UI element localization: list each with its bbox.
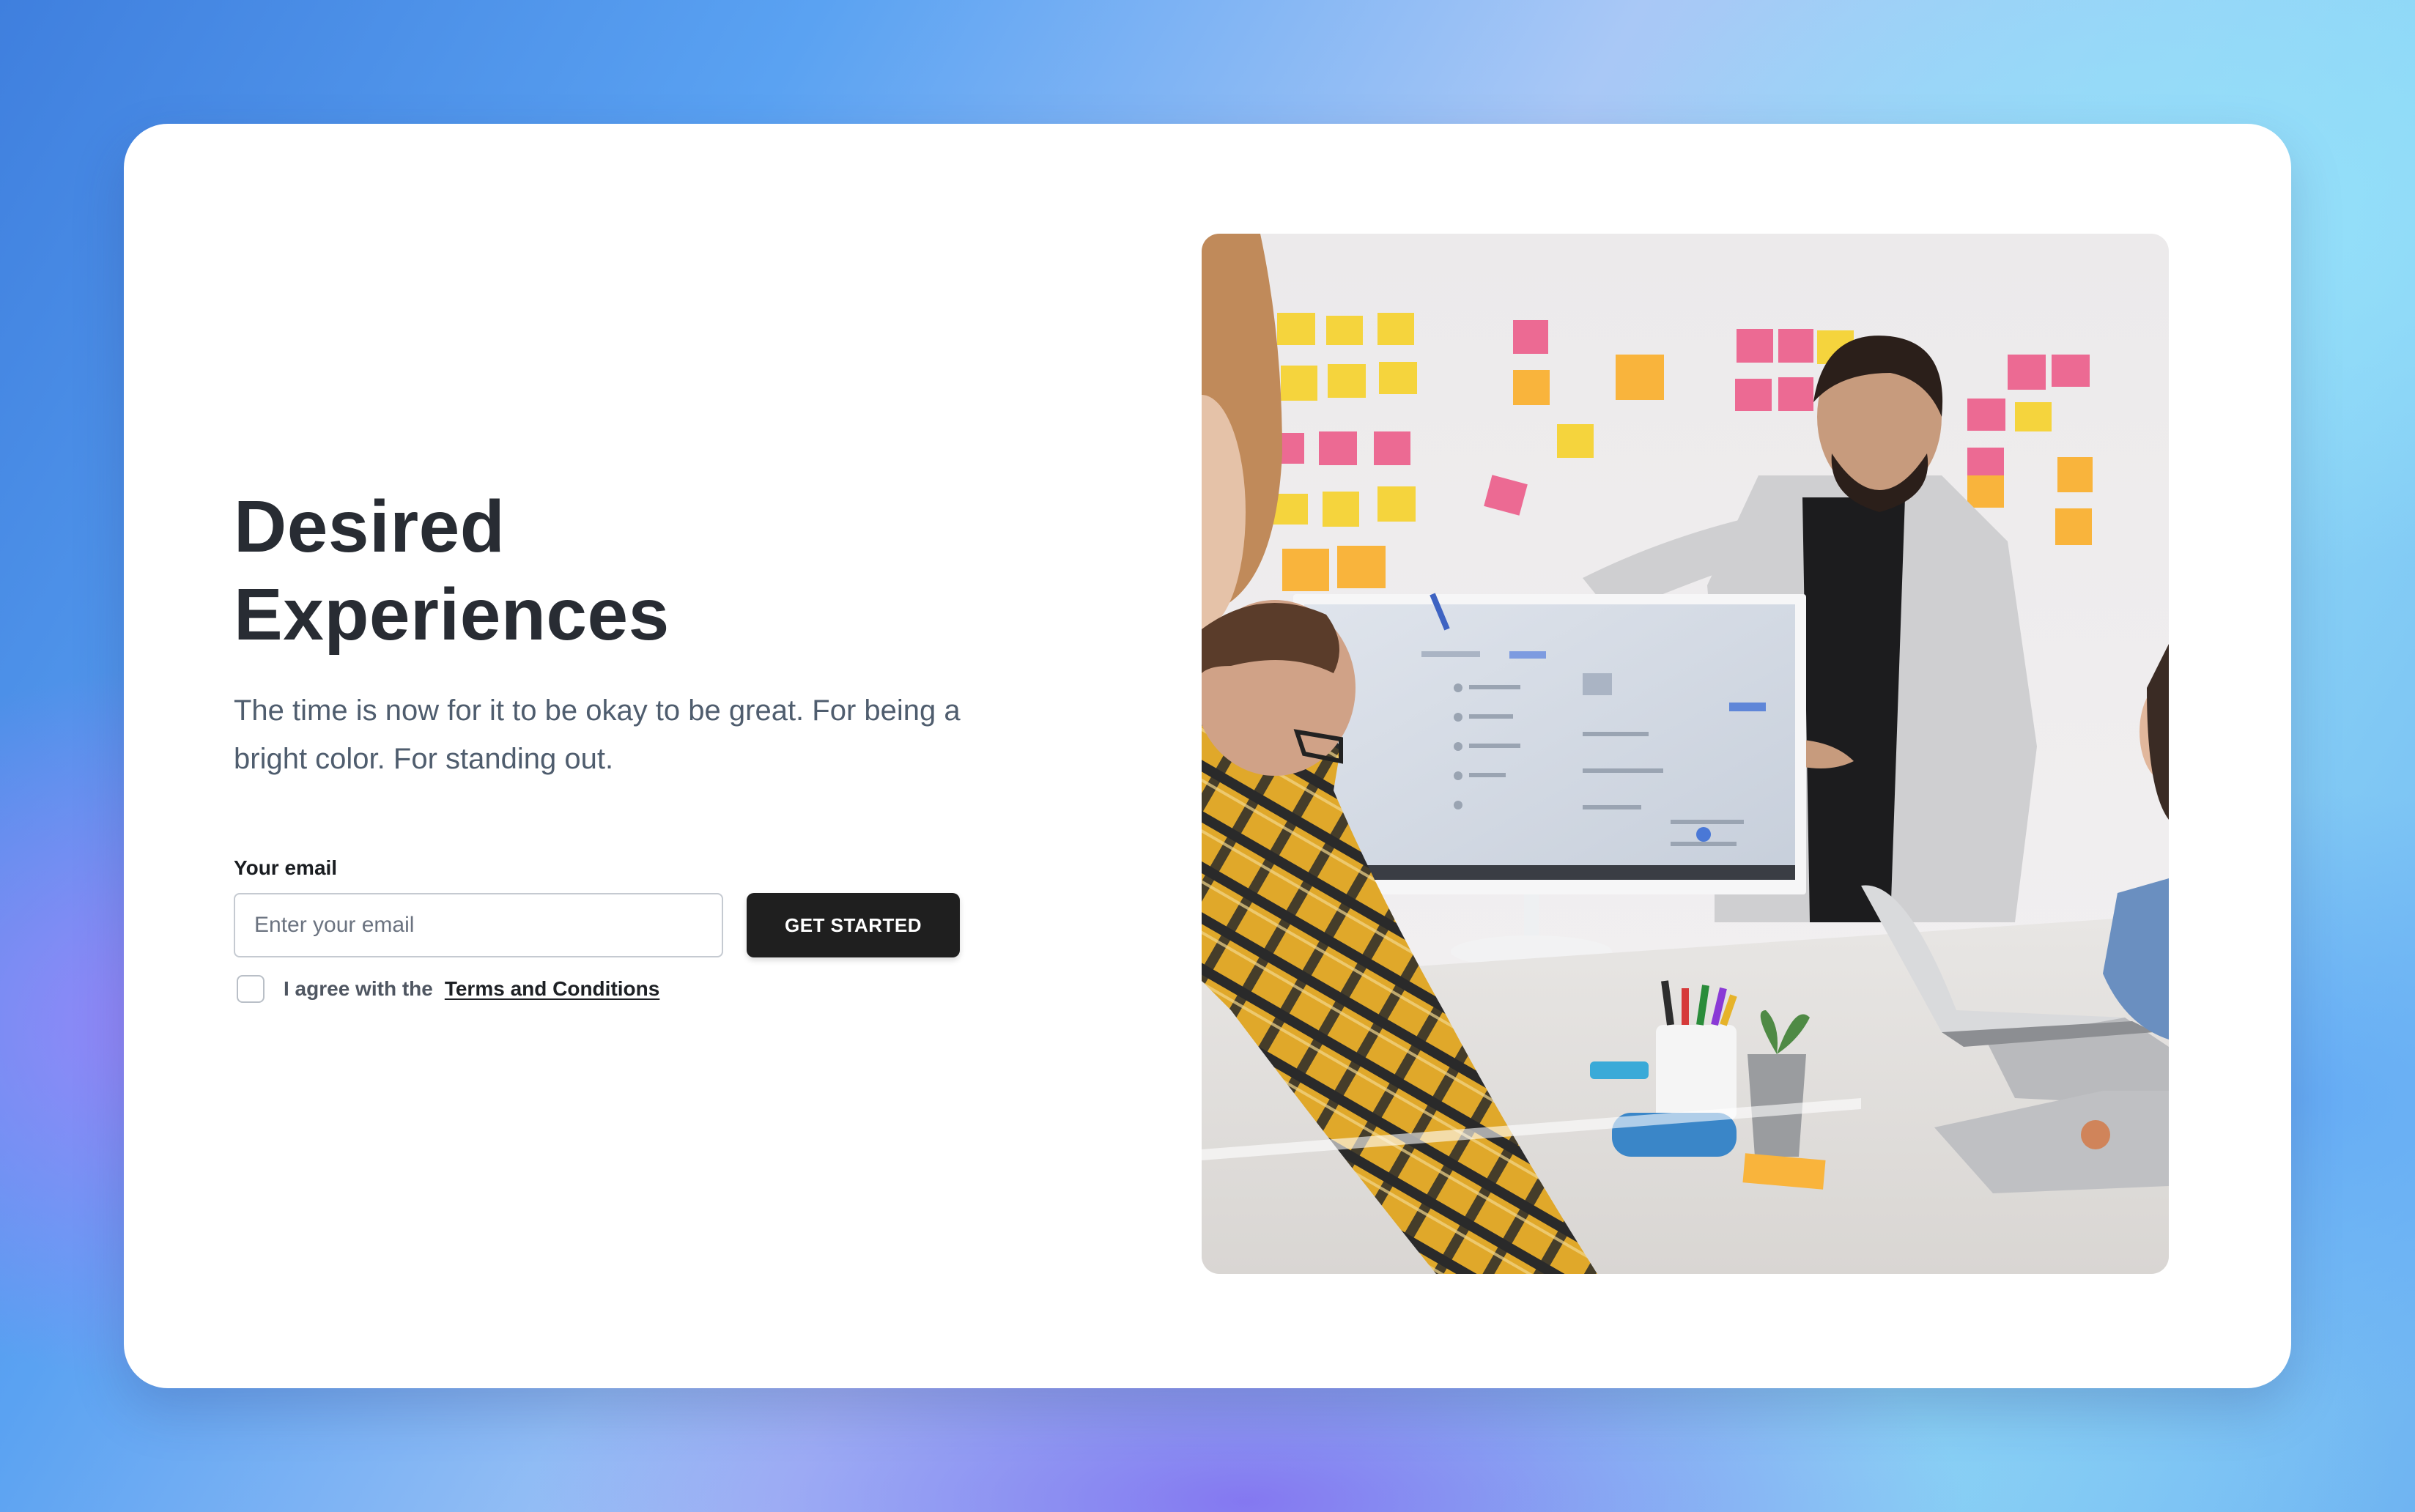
landing-card: Desired Experiences The time is now for … <box>124 124 2291 1388</box>
page-title: Desired Experiences <box>234 483 1010 659</box>
team-meeting-illustration <box>1202 234 2169 1274</box>
hero-subtitle: The time is now for it to be okay to be … <box>234 694 961 775</box>
terms-prefix-text: I agree with the <box>284 977 433 1000</box>
terms-checkbox[interactable] <box>237 975 265 1003</box>
email-input[interactable] <box>234 893 723 957</box>
signup-form: GET STARTED <box>234 893 1010 957</box>
terms-link[interactable]: Terms and Conditions <box>445 977 660 1001</box>
title-line-2: Experiences <box>234 574 670 656</box>
terms-row: I agree with the Terms and Conditions <box>234 975 1010 1003</box>
get-started-button[interactable]: GET STARTED <box>747 893 960 957</box>
title-line-1: Desired <box>234 486 506 568</box>
team-meeting-photo <box>1202 234 2169 1274</box>
email-label: Your email <box>234 856 338 879</box>
hero-content: Desired Experiences The time is now for … <box>234 483 1010 1003</box>
